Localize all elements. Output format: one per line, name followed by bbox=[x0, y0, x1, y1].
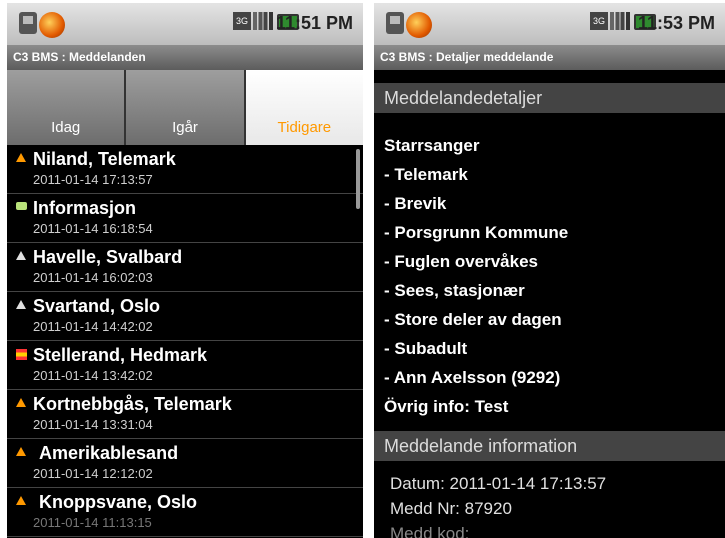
status-bar: 3G 11:53 PM bbox=[374, 3, 725, 45]
app-notification-icon bbox=[39, 12, 65, 38]
item-date: 2011-01-14 14:42:02 bbox=[33, 319, 153, 334]
tab-tidigare[interactable]: Tidigare bbox=[245, 70, 363, 145]
list-item[interactable]: Knoppsvane, Oslo 2011-01-14 11:13:15 bbox=[7, 488, 363, 537]
item-date: 2011-01-14 13:42:02 bbox=[33, 368, 153, 383]
item-date: 2011-01-14 11:13:15 bbox=[33, 515, 152, 530]
tab-label: Idag bbox=[51, 119, 81, 136]
detail-line: - Ann Axelsson (9292) bbox=[384, 368, 561, 387]
app-title: C3 BMS : Meddelanden bbox=[7, 45, 363, 70]
info-list: Datum: 2011-01-14 17:13:57 Medd Nr: 8792… bbox=[390, 471, 606, 538]
tab-idag[interactable]: Idag bbox=[7, 70, 127, 145]
item-date: 2011-01-14 16:18:54 bbox=[33, 221, 153, 236]
details-list: Starrsanger - Telemark - Brevik - Porsgr… bbox=[384, 131, 568, 421]
item-name: Niland, Telemark bbox=[33, 149, 176, 169]
detail-line: - Brevik bbox=[384, 194, 447, 213]
list-item[interactable]: Stellerand, Hedmark 2011-01-14 13:42:02 bbox=[7, 341, 363, 390]
info-header: Meddelande information bbox=[374, 431, 725, 461]
detail-line: - Fuglen overvåkes bbox=[384, 252, 539, 271]
list-item[interactable]: Informasjon 2011-01-14 16:18:54 bbox=[7, 194, 363, 243]
white-triangle-icon bbox=[16, 300, 26, 309]
detail-line: Övrig info: Test bbox=[384, 397, 509, 416]
list-item[interactable]: Svartand, Oslo 2011-01-14 14:42:02 bbox=[7, 292, 363, 341]
detail-line: - Subadult bbox=[384, 339, 468, 358]
item-date: 2011-01-14 17:13:57 bbox=[33, 172, 153, 187]
messages-screen: 3G 11:51 PM C3 BMS : Meddelanden Idag Ig… bbox=[7, 3, 363, 538]
item-name: Knoppsvane, Oslo bbox=[39, 492, 198, 512]
list-item[interactable]: Kortnebbgås, Telemark 2011-01-14 13:31:0… bbox=[7, 390, 363, 439]
item-name: Kortnebbgås, Telemark bbox=[33, 394, 232, 414]
list-scrollbar[interactable] bbox=[356, 149, 360, 209]
envelope-icon bbox=[16, 202, 27, 210]
detail-line: Starrsanger bbox=[384, 136, 480, 155]
status-time: 11:51 PM bbox=[275, 13, 353, 33]
item-date: 2011-01-14 12:12:02 bbox=[33, 466, 153, 481]
item-date: 2011-01-14 13:31:04 bbox=[33, 417, 153, 432]
phone-notification-icon bbox=[386, 12, 404, 34]
tab-label: Tidigare bbox=[277, 119, 332, 136]
phone-notification-icon bbox=[19, 12, 37, 34]
white-triangle-icon bbox=[16, 251, 26, 260]
detail-line: - Sees, stasjonær bbox=[384, 281, 525, 300]
message-list: Niland, Telemark 2011-01-14 17:13:57 Inf… bbox=[7, 145, 363, 538]
detail-line: - Telemark bbox=[384, 165, 468, 184]
3g-icon: 3G bbox=[590, 12, 608, 30]
orange-triangle-icon bbox=[16, 153, 26, 162]
message-details-screen: 3G 11:53 PM C3 BMS : Detaljer meddelande… bbox=[374, 3, 725, 538]
info-date: Datum: 2011-01-14 17:13:57 bbox=[390, 474, 607, 493]
status-bar: 3G 11:51 PM bbox=[7, 3, 363, 45]
orange-triangle-icon bbox=[16, 447, 26, 456]
app-title: C3 BMS : Detaljer meddelande bbox=[374, 45, 725, 70]
3g-icon: 3G bbox=[233, 12, 251, 30]
info-number: Medd Nr: 87920 bbox=[390, 499, 512, 518]
list-item[interactable]: Niland, Telemark 2011-01-14 17:13:57 bbox=[7, 145, 363, 194]
orange-triangle-icon bbox=[16, 398, 26, 407]
tab-bar: Idag Igår Tidigare bbox=[7, 70, 363, 145]
item-name: Amerikablesand bbox=[39, 443, 179, 463]
list-item[interactable]: Havelle, Svalbard 2011-01-14 16:02:03 bbox=[7, 243, 363, 292]
red-yellow-flag-icon bbox=[16, 349, 27, 360]
info-code: Medd kod: bbox=[390, 524, 470, 538]
list-item[interactable]: Amerikablesand 2011-01-14 12:12:02 bbox=[7, 439, 363, 488]
orange-triangle-icon bbox=[16, 496, 26, 505]
item-name: Informasjon bbox=[33, 198, 137, 218]
item-name: Svartand, Oslo bbox=[33, 296, 161, 316]
item-name: Stellerand, Hedmark bbox=[33, 345, 208, 365]
app-notification-icon bbox=[406, 12, 432, 38]
signal-icon bbox=[253, 12, 273, 30]
item-name: Havelle, Svalbard bbox=[33, 247, 183, 267]
details-header: Meddelandedetaljer bbox=[374, 83, 725, 113]
tab-igar[interactable]: Igår bbox=[126, 70, 246, 145]
detail-line: - Porsgrunn Kommune bbox=[384, 223, 569, 242]
tab-label: Igår bbox=[172, 119, 198, 136]
item-date: 2011-01-14 16:02:03 bbox=[33, 270, 153, 285]
signal-icon bbox=[610, 12, 630, 30]
detail-line: - Store deler av dagen bbox=[384, 310, 562, 329]
status-time: 11:53 PM bbox=[637, 13, 715, 33]
